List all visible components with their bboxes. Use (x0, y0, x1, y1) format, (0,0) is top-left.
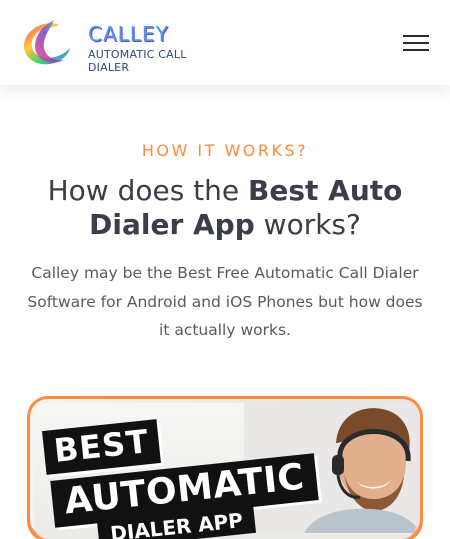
section-headline: How does the Best Auto Dialer App works? (20, 174, 430, 242)
menu-bar-line (403, 49, 429, 51)
hamburger-menu-icon[interactable] (403, 32, 431, 54)
headline-prefix: How does the (47, 174, 249, 207)
menu-bar-line (403, 42, 429, 44)
hero-image: BEST AUTOMATIC DIALER APP (30, 399, 420, 539)
headline-suffix: works? (254, 208, 361, 241)
site-header: CALLEY AUTOMATIC CALL DIALER (0, 0, 450, 85)
hero-image-canvas: BEST AUTOMATIC DIALER APP (34, 403, 416, 539)
section-description: Calley may be the Best Free Automatic Ca… (27, 264, 423, 339)
banner-best: BEST (42, 419, 162, 475)
calley-logo[interactable]: CALLEY AUTOMATIC CALL DIALER (18, 18, 228, 74)
section-eyebrow: HOW IT WORKS? (141, 141, 309, 160)
calley-logo-mark-icon (24, 20, 70, 65)
brand-tagline: AUTOMATIC CALL DIALER (88, 48, 187, 74)
menu-bar-line (403, 35, 429, 37)
brand-name: CALLEY (88, 22, 169, 46)
